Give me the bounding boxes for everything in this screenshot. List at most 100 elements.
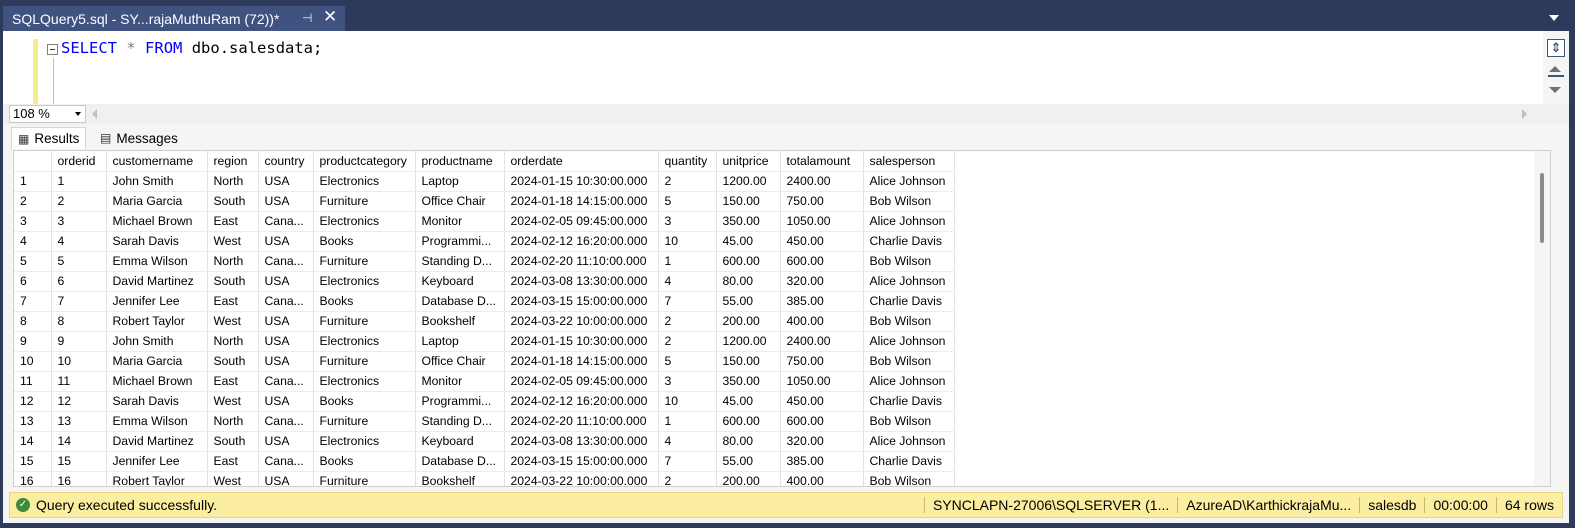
table-cell[interactable]: 2 — [51, 191, 107, 212]
table-cell[interactable]: 600.00 — [716, 411, 781, 432]
table-cell[interactable]: Robert Taylor — [106, 311, 208, 332]
table-row[interactable]: 5 5 Emma Wilson North Cana... Furniture Standi… — [14, 251, 955, 272]
table-cell[interactable]: Charlie Davis — [863, 231, 955, 252]
table-cell[interactable]: David Martinez — [106, 431, 208, 452]
split-window-icon[interactable]: ⇕ — [1547, 39, 1565, 57]
table-cell[interactable]: 8 — [51, 311, 107, 332]
table-cell[interactable]: Bob Wilson — [863, 311, 955, 332]
table-cell[interactable]: 450.00 — [780, 391, 864, 412]
table-cell[interactable]: South — [207, 191, 259, 212]
results-grid[interactable]: orderid customername region country productc… — [13, 150, 1551, 487]
table-cell[interactable]: Office Chair — [415, 191, 505, 212]
table-cell[interactable]: Furniture — [313, 311, 416, 332]
table-cell[interactable]: 2024-01-18 14:15:00.000 — [504, 351, 659, 372]
table-cell[interactable]: 10 — [658, 391, 717, 412]
column-header[interactable]: totalamount — [780, 151, 864, 172]
column-header[interactable]: orderdate — [504, 151, 659, 172]
table-cell[interactable]: 350.00 — [716, 371, 781, 392]
table-cell[interactable]: Bob Wilson — [863, 191, 955, 212]
table-cell[interactable]: Bob Wilson — [863, 471, 955, 486]
table-cell[interactable]: Database D... — [415, 451, 505, 472]
table-cell[interactable]: 10 — [51, 351, 107, 372]
table-cell[interactable]: 80.00 — [716, 271, 781, 292]
table-cell[interactable]: 7 — [658, 291, 717, 312]
table-cell[interactable]: Cana... — [258, 211, 314, 232]
table-cell[interactable]: 2024-02-05 09:45:00.000 — [504, 371, 659, 392]
row-number[interactable]: 16 — [14, 471, 52, 486]
table-cell[interactable]: 600.00 — [780, 251, 864, 272]
table-cell[interactable]: East — [207, 451, 259, 472]
table-cell[interactable]: Electronics — [313, 211, 416, 232]
table-cell[interactable]: North — [207, 251, 259, 272]
table-cell[interactable]: 10 — [658, 231, 717, 252]
table-cell[interactable]: 2024-02-20 11:10:00.000 — [504, 251, 659, 272]
collapse-icon[interactable] — [47, 44, 58, 55]
table-cell[interactable]: Furniture — [313, 411, 416, 432]
table-cell[interactable]: Books — [313, 391, 416, 412]
table-cell[interactable]: North — [207, 411, 259, 432]
code-line[interactable]: SELECT * FROM dbo.salesdata; — [61, 39, 322, 57]
table-cell[interactable]: Keyboard — [415, 271, 505, 292]
row-number[interactable]: 6 — [14, 271, 52, 292]
table-cell[interactable]: Cana... — [258, 371, 314, 392]
table-cell[interactable]: 16 — [51, 471, 107, 486]
table-cell[interactable]: 1050.00 — [780, 371, 864, 392]
table-cell[interactable]: South — [207, 271, 259, 292]
row-number[interactable]: 1 — [14, 171, 52, 192]
editor-vertical-scrollbar[interactable]: ⇕ — [1543, 31, 1569, 104]
table-cell[interactable]: Programmi... — [415, 231, 505, 252]
table-row[interactable]: 14 14 David Martinez South USA Electronics Key… — [14, 431, 955, 452]
table-cell[interactable]: 1 — [658, 251, 717, 272]
scroll-right-icon[interactable] — [1522, 109, 1527, 119]
table-cell[interactable]: 1 — [51, 171, 107, 192]
table-cell[interactable]: 45.00 — [716, 231, 781, 252]
table-cell[interactable]: USA — [258, 431, 314, 452]
table-cell[interactable]: East — [207, 371, 259, 392]
table-cell[interactable]: Furniture — [313, 191, 416, 212]
table-cell[interactable]: USA — [258, 391, 314, 412]
scroll-thumb[interactable] — [1540, 173, 1544, 243]
table-cell[interactable]: 4 — [658, 271, 717, 292]
column-header[interactable]: unitprice — [716, 151, 781, 172]
row-number[interactable]: 9 — [14, 331, 52, 352]
table-row[interactable]: 2 2 Maria Garcia South USA Furniture Office Ch… — [14, 191, 955, 212]
table-cell[interactable]: Furniture — [313, 471, 416, 486]
table-cell[interactable]: Laptop — [415, 331, 505, 352]
table-cell[interactable]: 3 — [658, 371, 717, 392]
table-cell[interactable]: Charlie Davis — [863, 451, 955, 472]
table-row[interactable]: 7 7 Jennifer Lee East Cana... Books Database D… — [14, 291, 955, 312]
table-cell[interactable]: Laptop — [415, 171, 505, 192]
row-number[interactable]: 8 — [14, 311, 52, 332]
table-cell[interactable]: 2 — [658, 311, 717, 332]
table-cell[interactable]: Electronics — [313, 431, 416, 452]
table-cell[interactable]: Monitor — [415, 211, 505, 232]
table-cell[interactable]: 2 — [658, 171, 717, 192]
table-cell[interactable]: Alice Johnson — [863, 431, 955, 452]
table-row[interactable]: 6 6 David Martinez South USA Electronics Keybo… — [14, 271, 955, 292]
scroll-thumb[interactable] — [1548, 75, 1564, 77]
table-cell[interactable]: Cana... — [258, 251, 314, 272]
table-row[interactable]: 4 4 Sarah Davis West USA Books Programmi... 202… — [14, 231, 955, 252]
table-cell[interactable]: 15 — [51, 451, 107, 472]
table-cell[interactable]: Electronics — [313, 171, 416, 192]
table-cell[interactable]: 2024-01-15 10:30:00.000 — [504, 171, 659, 192]
table-cell[interactable]: 200.00 — [716, 311, 781, 332]
table-cell[interactable]: 200.00 — [716, 471, 781, 486]
table-row[interactable]: 1 1 John Smith North USA Electronics Laptop 202… — [14, 171, 955, 192]
table-cell[interactable]: Standing D... — [415, 411, 505, 432]
table-cell[interactable]: 2024-02-12 16:20:00.000 — [504, 391, 659, 412]
table-row[interactable]: 12 12 Sarah Davis West USA Books Programmi... 2… — [14, 391, 955, 412]
column-header[interactable]: orderid — [51, 151, 107, 172]
table-cell[interactable]: Bob Wilson — [863, 351, 955, 372]
table-cell[interactable]: USA — [258, 271, 314, 292]
table-cell[interactable]: 2400.00 — [780, 331, 864, 352]
table-cell[interactable]: Electronics — [313, 371, 416, 392]
table-cell[interactable]: Jennifer Lee — [106, 451, 208, 472]
table-cell[interactable]: Bookshelf — [415, 471, 505, 486]
table-cell[interactable]: Alice Johnson — [863, 271, 955, 292]
table-cell[interactable]: 6 — [51, 271, 107, 292]
table-cell[interactable]: 2024-03-22 10:00:00.000 — [504, 311, 659, 332]
column-header[interactable]: country — [258, 151, 314, 172]
table-cell[interactable]: Michael Brown — [106, 211, 208, 232]
results-table[interactable]: orderid customername region country productc… — [14, 151, 955, 486]
